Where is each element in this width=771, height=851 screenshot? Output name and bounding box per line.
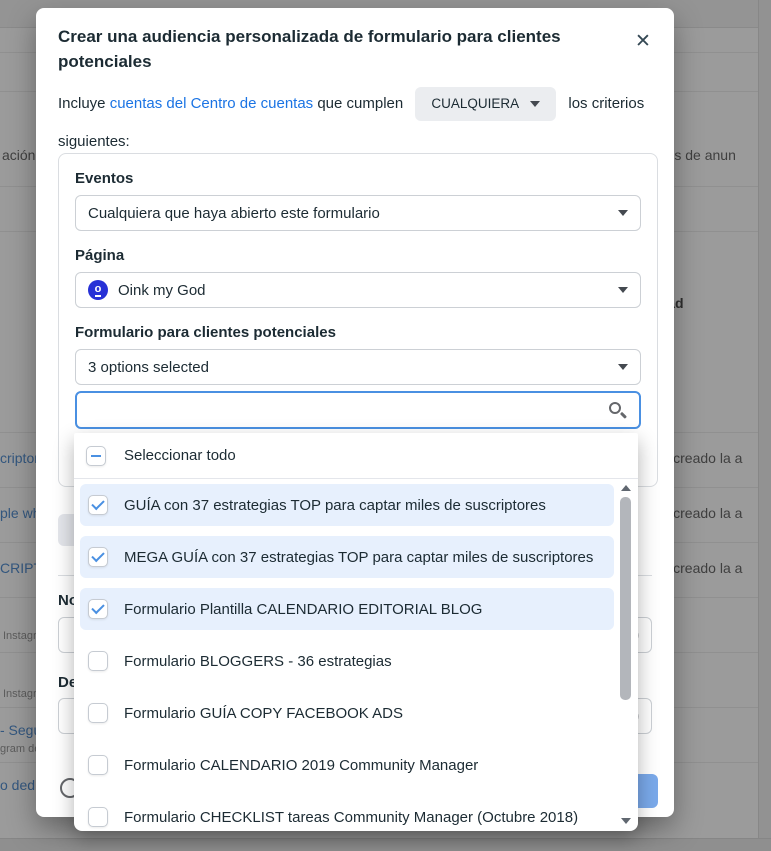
form-option-row[interactable]: GUÍA con 37 estrategias TOP para captar … <box>74 479 638 531</box>
form-option-label: Formulario CHECKLIST tareas Community Ma… <box>124 809 578 826</box>
scroll-down-icon[interactable] <box>621 818 631 824</box>
form-option-checkbox[interactable] <box>88 599 108 619</box>
events-label: Eventos <box>75 170 641 187</box>
background-text-fragment: Instagr <box>3 688 37 700</box>
form-option-row[interactable]: MEGA GUÍA con 37 estrategias TOP para ca… <box>74 531 638 583</box>
select-all-checkbox[interactable] <box>86 446 106 466</box>
form-option-row[interactable]: Formulario CALENDARIO 2019 Community Man… <box>74 739 638 791</box>
lead-form-options-panel: Seleccionar todo GUÍA con 37 estrategias… <box>74 433 638 831</box>
form-option-label: Formulario Plantilla CALENDARIO EDITORIA… <box>124 601 482 618</box>
form-option-checkbox[interactable] <box>88 547 108 567</box>
events-value: Cualquiera que haya abierto este formula… <box>88 205 380 222</box>
chevron-down-icon <box>618 210 628 216</box>
intro-prefix: Incluye <box>58 95 110 112</box>
select-all-label: Seleccionar todo <box>124 447 236 464</box>
background-text-fragment: ple wh <box>0 505 40 521</box>
background-text-fragment: criptor <box>0 450 39 466</box>
form-option-row[interactable]: Formulario CHECKLIST tareas Community Ma… <box>74 791 638 830</box>
lead-form-dropdown[interactable]: 3 options selected <box>75 349 641 385</box>
match-condition-value: CUALQUIERA <box>431 84 519 124</box>
form-option-checkbox[interactable] <box>88 807 108 827</box>
options-scrollbar[interactable] <box>619 481 633 828</box>
chevron-down-icon <box>618 364 628 370</box>
page-label: Página <box>75 247 641 264</box>
lead-form-value: 3 options selected <box>88 359 209 376</box>
form-options-list: GUÍA con 37 estrategias TOP para captar … <box>74 479 638 830</box>
form-option-row[interactable]: Formulario Plantilla CALENDARIO EDITORIA… <box>74 583 638 635</box>
background-text-fragment: o ded <box>0 777 35 793</box>
background-text-fragment: gram de <box>0 743 40 755</box>
form-option-row[interactable]: Formulario GUÍA COPY FACEBOOK ADS <box>74 687 638 739</box>
select-all-row[interactable]: Seleccionar todo <box>74 433 638 479</box>
form-search-input[interactable] <box>89 402 608 419</box>
form-option-row[interactable]: Formulario BLOGGERS - 36 estrategias <box>74 635 638 687</box>
background-page-scrollbar <box>758 0 771 851</box>
form-option-label: GUÍA con 37 estrategias TOP para captar … <box>124 497 546 514</box>
oink-my-god-logo-icon: o <box>88 280 108 300</box>
form-option-label: MEGA GUÍA con 37 estrategias TOP para ca… <box>124 549 593 566</box>
close-icon[interactable]: ✕ <box>630 28 656 54</box>
match-condition-dropdown[interactable]: CUALQUIERA <box>415 87 556 121</box>
accounts-center-link[interactable]: cuentas del Centro de cuentas <box>110 95 313 112</box>
form-option-checkbox[interactable] <box>88 703 108 723</box>
form-option-checkbox[interactable] <box>88 651 108 671</box>
background-footer-band <box>0 838 771 851</box>
form-search-box[interactable] <box>75 391 641 429</box>
background-text-fragment: ación <box>2 147 35 163</box>
intro-after: los criterios <box>568 95 644 112</box>
search-icon <box>608 401 627 420</box>
form-option-checkbox[interactable] <box>88 495 108 515</box>
intro-middle: que cumplen <box>313 95 403 112</box>
intro-text: Incluye cuentas del Centro de cuentas qu… <box>58 84 668 152</box>
background-text-fragment: Instagr <box>3 630 37 642</box>
chevron-down-icon <box>618 287 628 293</box>
form-option-label: Formulario CALENDARIO 2019 Community Man… <box>124 757 478 774</box>
form-option-label: Formulario BLOGGERS - 36 estrategias <box>124 653 392 670</box>
modal-title: Crear una audiencia personalizada de for… <box>58 24 608 74</box>
intro-line2: siguientes: <box>58 132 668 152</box>
lead-form-label: Formulario para clientes potenciales <box>75 324 641 341</box>
page-value: Oink my God <box>118 282 206 299</box>
form-option-label: Formulario GUÍA COPY FACEBOOK ADS <box>124 705 403 722</box>
page-dropdown[interactable]: o Oink my God <box>75 272 641 308</box>
form-option-checkbox[interactable] <box>88 755 108 775</box>
scroll-up-icon[interactable] <box>621 485 631 491</box>
scrollbar-thumb[interactable] <box>620 497 631 700</box>
events-dropdown[interactable]: Cualquiera que haya abierto este formula… <box>75 195 641 231</box>
chevron-down-icon <box>530 101 540 107</box>
